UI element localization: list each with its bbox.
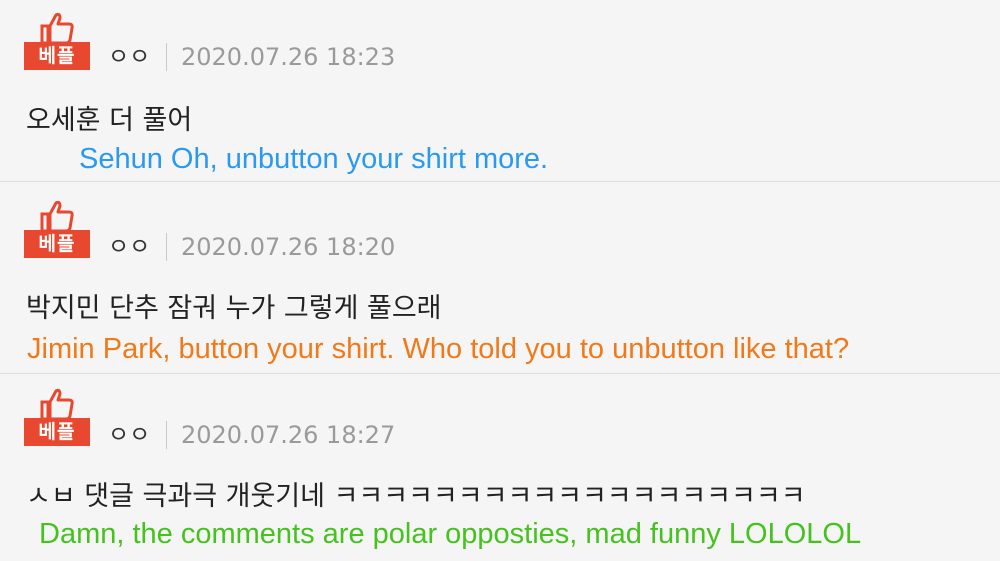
- comment-translation: Sehun Oh, unbutton your shirt more.: [79, 143, 549, 175]
- comment-text: 오세훈 더 풀어: [26, 105, 193, 136]
- meta-divider: [166, 233, 167, 261]
- comment-timestamp: 2020.07.26 18:23: [181, 43, 396, 71]
- comment-timestamp: 2020.07.26 18:20: [181, 233, 396, 261]
- thumbs-up-icon: [40, 388, 74, 420]
- comment-translation: Jimin Park, button your shirt. Who told …: [27, 333, 850, 365]
- badge-label: 베플: [24, 418, 90, 446]
- comment-text: 박지민 단추 잠궈 누가 그렇게 풀으래: [26, 293, 442, 324]
- comment-text: ㅅㅂ 댓글 극과극 개웃기네 ㅋㅋㅋㅋㅋㅋㅋㅋㅋㅋㅋㅋㅋㅋㅋㅋㅋㅋㅋ: [26, 481, 806, 512]
- comment-item: 베플 ㅇㅇ 2020.07.26 18:27 ㅅㅂ 댓글 극과극 개웃기네 ㅋㅋ…: [0, 374, 1000, 561]
- comment-timestamp: 2020.07.26 18:27: [181, 421, 396, 449]
- author-nickname[interactable]: ㅇㅇ: [108, 42, 150, 72]
- meta-divider: [166, 421, 167, 449]
- meta-divider: [166, 43, 167, 71]
- thumbs-up-icon: [40, 12, 74, 44]
- comment-translation: Damn, the comments are polar opposties, …: [39, 518, 862, 550]
- best-comment-badge: 베플: [24, 388, 90, 454]
- badge-label: 베플: [24, 230, 90, 258]
- author-nickname[interactable]: ㅇㅇ: [108, 420, 150, 450]
- author-nickname[interactable]: ㅇㅇ: [108, 232, 150, 262]
- badge-label: 베플: [24, 42, 90, 70]
- comment-item: 베플 ㅇㅇ 2020.07.26 18:20 박지민 단추 잠궈 누가 그렇게 …: [0, 182, 1000, 372]
- best-comment-badge: 베플: [24, 12, 90, 78]
- best-comment-badge: 베플: [24, 200, 90, 266]
- comment-item: 베플 ㅇㅇ 2020.07.26 18:23 오세훈 더 풀어 Sehun Oh…: [0, 0, 1000, 180]
- thumbs-up-icon: [40, 200, 74, 232]
